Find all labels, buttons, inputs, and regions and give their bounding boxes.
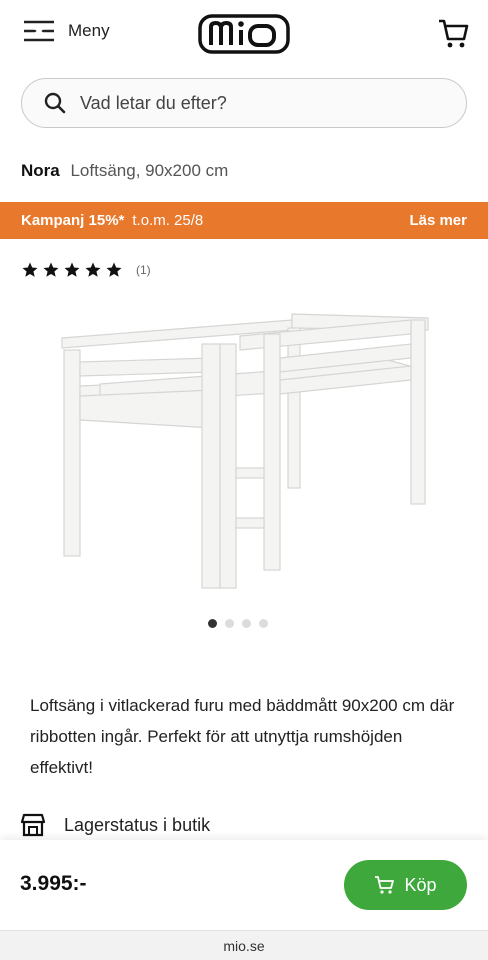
product-rating[interactable]: (1) (21, 261, 151, 279)
carousel-dot[interactable] (225, 619, 234, 628)
campaign-date: t.o.m. 25/8 (132, 212, 204, 229)
product-price: 3.995:- (20, 872, 87, 895)
carousel-dot[interactable] (208, 619, 217, 628)
browser-url-bar[interactable]: mio.se (0, 930, 488, 960)
search-icon (44, 92, 66, 114)
cart-icon (375, 876, 395, 894)
search-bar[interactable] (21, 78, 467, 128)
product-description: Loftsäng i vitlackerad furu med bäddmått… (30, 696, 455, 777)
mio-logo[interactable]: mio (198, 13, 290, 55)
stock-status-label: Lagerstatus i butik (64, 814, 211, 835)
star-icon (43, 262, 59, 277)
product-title: Nora Loftsäng, 90x200 cm (21, 161, 228, 181)
product-brand: Nora (21, 161, 60, 180)
campaign-banner: Kampanj 15%* t.o.m. 25/8 Läs mer (0, 202, 488, 239)
campaign-label: Kampanj 15%* (21, 212, 125, 229)
image-carousel-dots (208, 619, 268, 628)
hamburger-menu-icon (24, 20, 54, 42)
buy-button[interactable]: Köp (344, 860, 467, 910)
carousel-dot[interactable] (242, 619, 251, 628)
header: Meny mio (0, 0, 488, 70)
read-more-link[interactable]: Läs mer (409, 212, 467, 229)
url-text: mio.se (223, 937, 265, 954)
star-icon (106, 262, 122, 277)
search-input[interactable] (80, 92, 420, 114)
star-icon (22, 262, 38, 277)
product-subtitle: Loftsäng, 90x200 cm (70, 161, 229, 180)
menu-button[interactable]: Meny (22, 18, 110, 44)
buy-button-label: Köp (404, 874, 437, 895)
rating-count: (1) (136, 263, 151, 277)
menu-label: Meny (68, 21, 110, 40)
cart-icon[interactable] (436, 16, 470, 50)
product-image-loft-bed[interactable] (40, 300, 450, 600)
carousel-dot[interactable] (259, 619, 268, 628)
buy-bar: 3.995:- Köp (0, 840, 488, 930)
stock-status-link[interactable]: Lagerstatus i butik (20, 812, 210, 838)
store-icon (20, 813, 46, 837)
star-icon (64, 262, 80, 277)
star-icon (85, 262, 101, 277)
